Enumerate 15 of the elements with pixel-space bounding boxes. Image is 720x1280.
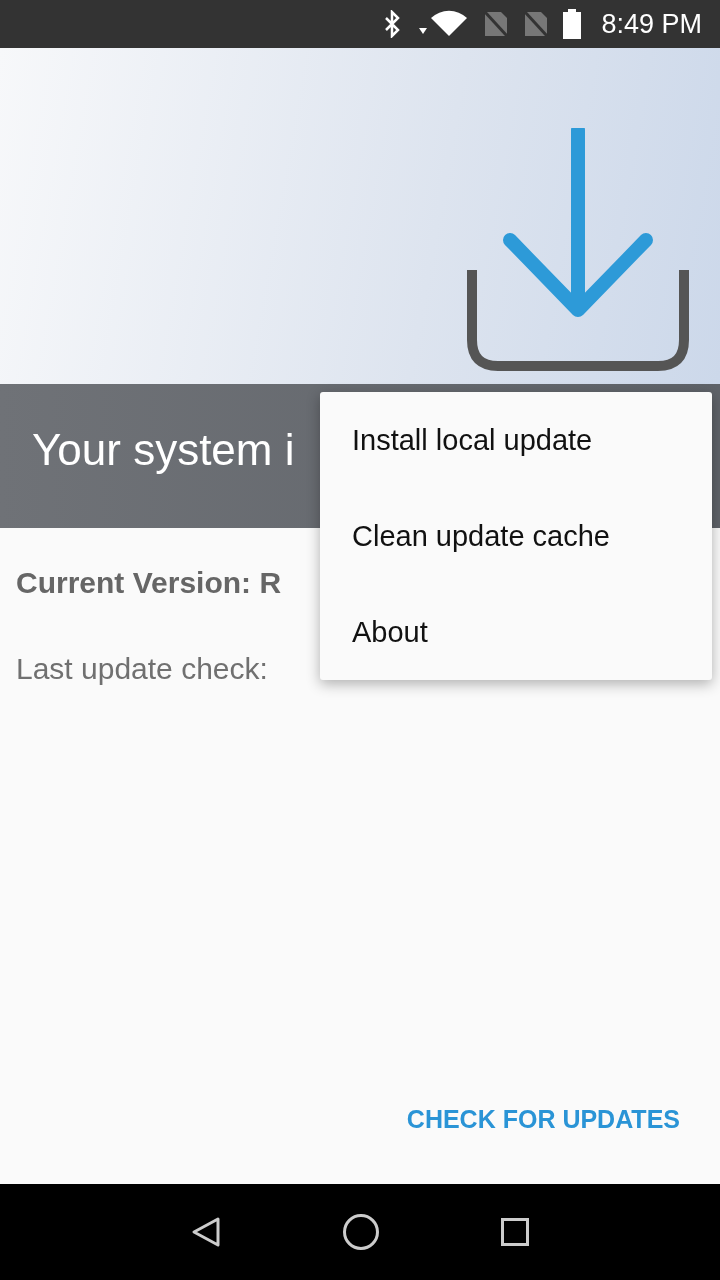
menu-item[interactable]: Install local update (320, 392, 712, 488)
wifi-icon (417, 10, 470, 38)
recents-icon[interactable] (501, 1218, 530, 1246)
current-version: Current Version: R (16, 566, 283, 600)
menu-item[interactable]: About (320, 584, 712, 680)
clock-time: 8:49 PM (601, 8, 702, 40)
no-sim-icon (483, 10, 510, 38)
no-sim-icon (523, 10, 550, 38)
last-update-check: Last update check: (16, 652, 269, 686)
back-icon[interactable] (190, 1216, 221, 1248)
menu-item[interactable]: Clean update cache (320, 488, 712, 584)
status-title: Your system i (32, 425, 295, 475)
download-icon (466, 128, 690, 372)
battery-icon (563, 9, 582, 39)
home-icon[interactable] (342, 1213, 380, 1251)
